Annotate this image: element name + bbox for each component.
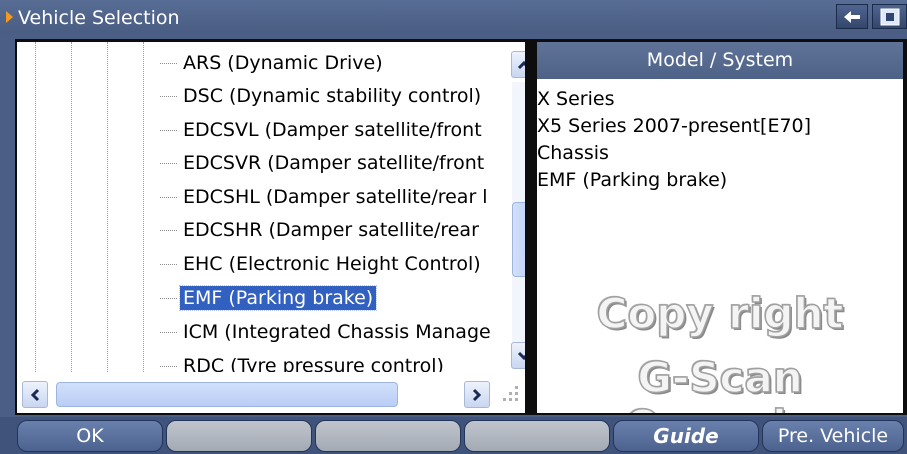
tree-connector <box>160 129 177 132</box>
tree-guide-line <box>107 42 108 372</box>
tree-item-label: EDCSVR (Damper satellite/front <box>183 152 485 174</box>
tree-item-label: EHC (Electronic Height Control) <box>183 253 481 275</box>
title-bar: Vehicle Selection <box>0 0 907 33</box>
tree-item[interactable]: ICM (Integrated Chassis Manage <box>160 318 494 346</box>
chevron-down-icon <box>517 351 525 360</box>
tree-item-label: EDCSHR (Damper satellite/rear <box>183 219 479 241</box>
model-system-line: Chassis <box>537 142 609 164</box>
back-button[interactable] <box>836 4 868 29</box>
model-system-line: X Series <box>537 88 615 110</box>
tree-connector <box>160 62 177 65</box>
tree-item[interactable]: EDCSHR (Damper satellite/rear <box>160 216 482 244</box>
tree-item-label: DSC (Dynamic stability control) <box>183 85 482 107</box>
tree-item[interactable]: RDC (Tyre pressure control) <box>160 352 447 372</box>
arrow-left-icon <box>844 10 860 23</box>
tree-item[interactable]: EHC (Electronic Height Control) <box>160 250 484 278</box>
tree-item-selected[interactable]: EMF (Parking brake) <box>160 284 378 312</box>
tree-item[interactable]: EDCSHL (Damper satellite/rear l <box>160 183 491 211</box>
chevron-up-icon <box>517 60 525 69</box>
watermark-line: G-Scan Oceania <box>624 353 816 413</box>
tree-connector <box>160 162 177 165</box>
tree-item-label: RDC (Tyre pressure control) <box>183 355 444 372</box>
vehicle-tree[interactable]: ARS (Dynamic Drive) DSC (Dynamic stabili… <box>17 42 505 372</box>
tree-guide-line <box>143 42 144 372</box>
tree-connector <box>160 297 177 300</box>
home-icon <box>880 8 899 25</box>
model-system-line: EMF (Parking brake) <box>537 169 728 191</box>
model-system-list: X Series X5 Series 2007-present[E70] Cha… <box>537 86 811 194</box>
function-button-blank[interactable] <box>166 420 312 452</box>
horizontal-scrollbar[interactable] <box>17 376 525 413</box>
tree-item-label: EDCSHL (Damper satellite/rear l <box>183 186 488 208</box>
scroll-left-button[interactable] <box>22 381 48 408</box>
tree-item[interactable]: EDCSVL (Damper satellite/front <box>160 116 485 144</box>
model-system-panel: Model / System X Series X5 Series 2007-p… <box>537 42 903 413</box>
watermark-line: Copy right <box>596 289 844 339</box>
tree-item[interactable]: EDCSVR (Damper satellite/front <box>160 149 487 177</box>
model-system-line: X5 Series 2007-present[E70] <box>537 115 812 137</box>
function-button-blank[interactable] <box>315 420 461 452</box>
guide-button[interactable]: Guide <box>613 420 759 452</box>
pre-vehicle-button[interactable]: Pre. Vehicle <box>762 420 904 452</box>
tree-connector <box>160 229 177 232</box>
scroll-thumb[interactable] <box>512 202 525 277</box>
tree-item-label: EMF (Parking brake) <box>178 285 378 311</box>
chevron-left-icon <box>30 388 40 401</box>
vertical-scrollbar[interactable] <box>506 42 525 376</box>
tree-item[interactable]: ARS (Dynamic Drive) <box>160 49 386 77</box>
home-button[interactable] <box>872 4 907 29</box>
tree-guide-line <box>35 42 36 372</box>
tree-connector <box>160 263 177 266</box>
function-button-bar: OK Guide Pre. Vehicle <box>0 417 907 454</box>
tree-item-label: EDCSVL (Damper satellite/front <box>183 119 482 141</box>
window-title: Vehicle Selection <box>18 7 180 29</box>
resize-grip-icon <box>495 382 521 408</box>
vehicle-tree-panel: ARS (Dynamic Drive) DSC (Dynamic stabili… <box>17 42 525 413</box>
scroll-up-button[interactable] <box>511 51 525 78</box>
tree-connector <box>160 95 177 98</box>
tree-connector <box>160 365 177 368</box>
scroll-thumb[interactable] <box>56 382 398 407</box>
model-system-header: Model / System <box>537 42 903 79</box>
tree-guide-line <box>71 42 72 372</box>
tree-item-label: ICM (Integrated Chassis Manage <box>183 321 491 343</box>
scroll-right-button[interactable] <box>464 381 490 408</box>
ok-button[interactable]: OK <box>17 420 163 452</box>
tree-connector <box>160 331 177 334</box>
title-arrow-icon <box>6 11 13 23</box>
chevron-right-icon <box>472 388 482 401</box>
tree-connector <box>160 196 177 199</box>
scroll-down-button[interactable] <box>511 342 525 369</box>
tree-item[interactable]: DSC (Dynamic stability control) <box>160 82 484 110</box>
tree-item-label: ARS (Dynamic Drive) <box>183 52 383 74</box>
function-button-blank[interactable] <box>464 420 610 452</box>
